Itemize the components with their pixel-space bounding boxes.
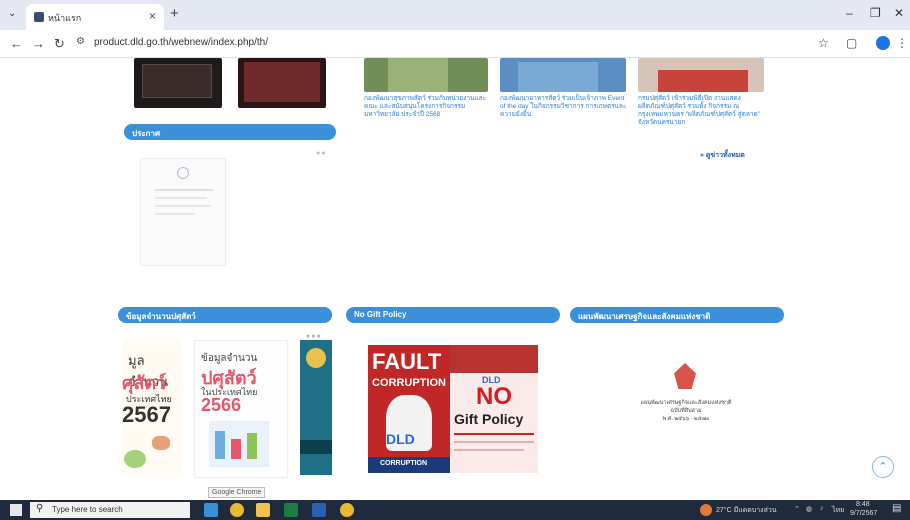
volume-icon[interactable]: ♪ [820, 505, 824, 512]
reload-icon[interactable]: ↻ [54, 36, 65, 52]
windows-taskbar: ⚲ Type here to search 27°C มีแดดบางส่วน … [0, 500, 910, 520]
excel-icon[interactable] [284, 503, 298, 517]
browser-toolbar: ← → ↻ ⚙ product.dld.go.th/webnew/index.p… [0, 30, 910, 58]
browser-tab[interactable]: หน้าแรก × [26, 4, 164, 30]
site-info-icon[interactable]: ⚙ [76, 36, 85, 47]
national-plan-document[interactable]: แผนพัฒนาเศรษฐกิจและสังคมแห่งชาติ ฉบับที่… [630, 345, 742, 473]
favicon-icon [34, 12, 44, 22]
section-header-announcement: ประกาศ [124, 124, 336, 140]
book-cover-3[interactable] [300, 340, 332, 475]
no-gift-poster-1[interactable]: FAULT CORRUPTION DLD CORRUPTION [368, 345, 450, 473]
section-header-livestock-data: ข้อมูลจำนวนปศุสัตว์ [118, 307, 332, 323]
plan-doc-years: พ.ศ. ๒๕๖๖ - ๒๕๗๐ [662, 416, 710, 422]
url-text[interactable]: product.dld.go.th/webnew/index.php/th/ [94, 37, 268, 48]
menu-icon[interactable]: ⋮ [896, 36, 908, 50]
extensions-icon[interactable]: ▢ [846, 36, 857, 50]
address-bar[interactable]: ⚙ product.dld.go.th/webnew/index.php/th/ [76, 34, 796, 54]
back-icon[interactable]: ← [10, 36, 23, 51]
news-thumb-2[interactable] [500, 58, 626, 92]
section-header-no-gift: No Gift Policy [346, 307, 560, 323]
network-icon[interactable]: ◍ [806, 505, 812, 513]
notification-icon[interactable]: ▤ [892, 503, 901, 514]
poster-word: CORRUPTION [380, 460, 428, 467]
news-thumb-poster-2[interactable] [238, 58, 326, 108]
language-indicator[interactable]: ไทย [832, 505, 844, 516]
search-placeholder: Type here to search [52, 505, 123, 514]
chrome-icon[interactable] [230, 503, 244, 517]
clock-time[interactable]: 8:48 [856, 501, 870, 508]
windows-start-icon[interactable] [10, 504, 22, 516]
clock-date[interactable]: 9/7/2567 [850, 510, 877, 517]
section-header-national-plan: แผนพัฒนาเศรษฐกิจและสังคมแห่งชาติ [570, 307, 784, 323]
section-title: No Gift Policy [354, 310, 407, 319]
announcement-document-thumb[interactable] [140, 158, 226, 266]
browser-tab-bar: ⌄ หน้าแรก × + – ❐ ✕ [0, 0, 910, 30]
news-caption-2[interactable]: กองพัฒนาอาหารสัตว์ ร่วมเป็นเจ้าภาพ Event… [500, 95, 628, 119]
book-year: 2566 [201, 395, 242, 415]
section-title: ข้อมูลจำนวนปศุสัตว์ [126, 312, 196, 321]
all-news-link[interactable]: » ดูข่าวทั้งหมด [700, 150, 745, 161]
section-title: ประกาศ [132, 129, 161, 138]
carousel-dots-livestock[interactable]: ●●● [306, 333, 322, 340]
tab-search-dropdown-icon[interactable]: ⌄ [8, 8, 16, 19]
tab-close-icon[interactable]: × [149, 9, 156, 23]
chrome-active-icon[interactable] [340, 503, 354, 517]
forward-icon[interactable]: → [32, 36, 45, 51]
task-view-icon[interactable] [204, 503, 218, 517]
news-caption-3[interactable]: กรมปศุสัตว์ เข้าร่วมพิธีเปิด งานแสดงผลิต… [638, 95, 766, 127]
section-title: แผนพัฒนาเศรษฐกิจและสังคมแห่งชาติ [578, 312, 711, 321]
web-page: กองพัฒนาสุขภาพสัตว์ ร่วมกับหน่วยงานและคณ… [0, 58, 910, 500]
book-cover-2567[interactable]: มูลจำนวน ศุสัตว์ ประเทศไทย 2567 [122, 340, 182, 475]
profile-avatar[interactable] [876, 36, 890, 50]
poster-word: CORRUPTION [372, 377, 446, 389]
news-thumb-3[interactable] [638, 58, 764, 92]
new-tab-icon[interactable]: + [170, 5, 179, 22]
tab-title: หน้าแรก [48, 13, 82, 23]
plan-doc-title: แผนพัฒนาเศรษฐกิจและสังคมแห่งชาติ [640, 400, 732, 406]
weather-text[interactable]: 27°C มีแดดบางส่วน [716, 505, 777, 516]
file-explorer-icon[interactable] [256, 503, 270, 517]
no-gift-poster-2[interactable]: DLD NO Gift Policy [450, 345, 538, 473]
restore-icon[interactable]: ❐ [870, 6, 881, 20]
news-caption-1[interactable]: กองพัฒนาสุขภาพสัตว์ ร่วมกับหน่วยงานและคณ… [364, 95, 492, 119]
carousel-dots-announcement[interactable]: ●● [316, 150, 326, 157]
news-thumb-poster-1[interactable] [134, 58, 222, 108]
plan-doc-sub: ฉบับที่สิบสาม [670, 408, 702, 414]
poster-gift-policy: Gift Policy [454, 411, 524, 427]
poster-no: NO [476, 383, 512, 410]
news-thumb-1[interactable] [364, 58, 488, 92]
weather-icon[interactable] [700, 504, 712, 516]
search-icon: ⚲ [36, 503, 44, 514]
book-cover-2566[interactable]: ข้อมูลจำนวน ปศุสัตว์ ในประเทศไทย 2566 [194, 340, 288, 478]
taskbar-search[interactable]: ⚲ Type here to search [30, 502, 190, 518]
book-year: 2567 [122, 402, 171, 427]
scroll-to-top-button[interactable]: ⌃ [872, 456, 894, 478]
bookmark-star-icon[interactable]: ☆ [818, 36, 829, 50]
tray-chevron-icon[interactable]: ⌃ [794, 505, 800, 513]
poster-brand: DLD [386, 431, 415, 447]
taskbar-tooltip: Google Chrome [208, 487, 266, 498]
word-icon[interactable] [312, 503, 326, 517]
minimize-icon[interactable]: – [846, 6, 853, 20]
poster-word: FAULT [372, 349, 442, 374]
window-close-icon[interactable]: ✕ [894, 6, 904, 20]
